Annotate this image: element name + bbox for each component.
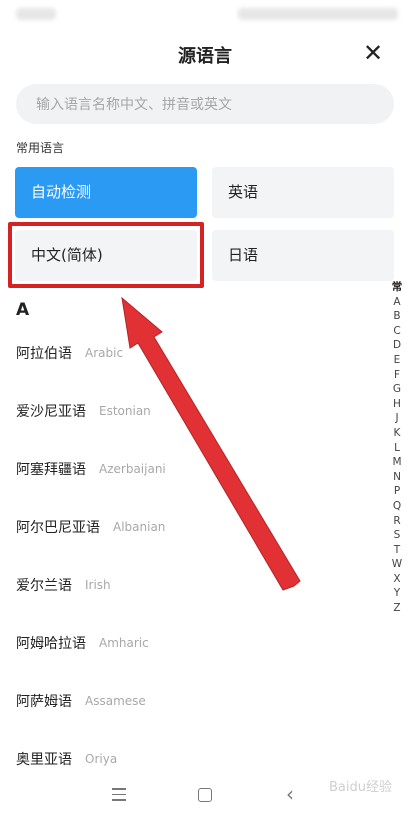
language-english-name: Assamese bbox=[85, 694, 146, 708]
index-letter[interactable]: X bbox=[393, 572, 400, 587]
highlight-box bbox=[8, 222, 204, 288]
back-icon[interactable]: ‹ bbox=[286, 782, 294, 806]
search-bar[interactable] bbox=[16, 84, 394, 126]
index-letter[interactable]: N bbox=[393, 470, 401, 485]
index-letter[interactable]: T bbox=[394, 543, 400, 558]
status-icons-blurred bbox=[238, 8, 398, 20]
index-letter[interactable]: Z bbox=[393, 601, 400, 616]
language-name: 阿塞拜疆语 bbox=[16, 462, 86, 478]
index-letter[interactable]: S bbox=[394, 528, 401, 543]
language-english-name: Arabic bbox=[85, 346, 124, 360]
list-item[interactable]: 阿拉伯语 Arabic bbox=[16, 324, 376, 382]
language-name: 阿萨姆语 bbox=[16, 694, 72, 710]
close-icon[interactable]: ✕ bbox=[360, 40, 386, 66]
list-item[interactable]: 爱沙尼亚语 Estonian bbox=[16, 382, 376, 440]
language-name: 爱沙尼亚语 bbox=[16, 404, 86, 420]
language-english-name: Amharic bbox=[99, 636, 149, 650]
index-letter[interactable]: G bbox=[393, 382, 401, 397]
language-name: 爱尔兰语 bbox=[16, 578, 72, 594]
list-item[interactable]: 阿萨姆语 Assamese bbox=[16, 672, 376, 730]
page-title: 源语言 bbox=[178, 46, 232, 67]
language-name: 奥里亚语 bbox=[16, 752, 72, 768]
index-letter[interactable]: L bbox=[394, 441, 400, 456]
list-item[interactable]: 阿塞拜疆语 Azerbaijani bbox=[16, 440, 376, 498]
list-item[interactable]: 阿姆哈拉语 Amharic bbox=[16, 614, 376, 672]
tile-japanese[interactable]: 日语 bbox=[212, 230, 394, 281]
menu-icon[interactable] bbox=[112, 788, 126, 802]
index-letter[interactable]: M bbox=[392, 455, 401, 470]
index-letter[interactable]: P bbox=[394, 484, 400, 499]
index-letter[interactable]: C bbox=[393, 324, 400, 339]
list-item[interactable]: 爱尔兰语 Irish bbox=[16, 556, 376, 614]
index-letter[interactable]: Q bbox=[393, 499, 401, 514]
alphabet-index-bar[interactable]: 常 A B C D E F G H J K L M N P Q R S T W … bbox=[388, 280, 406, 616]
index-letter[interactable]: B bbox=[393, 309, 400, 324]
language-english-name: Azerbaijani bbox=[99, 462, 166, 476]
index-letter[interactable]: R bbox=[393, 514, 400, 529]
language-english-name: Irish bbox=[85, 578, 111, 592]
status-bar bbox=[0, 0, 410, 30]
language-name: 阿姆哈拉语 bbox=[16, 636, 86, 652]
index-letter[interactable]: A bbox=[393, 295, 400, 310]
language-name: 阿拉伯语 bbox=[16, 346, 72, 362]
language-list: 阿拉伯语 Arabic 爱沙尼亚语 Estonian 阿塞拜疆语 Azerbai… bbox=[16, 324, 376, 788]
language-name: 阿尔巴尼亚语 bbox=[16, 520, 100, 536]
index-letter[interactable]: 常 bbox=[392, 280, 403, 295]
language-english-name: Albanian bbox=[113, 520, 166, 534]
index-letter[interactable]: D bbox=[393, 338, 401, 353]
language-english-name: Estonian bbox=[99, 404, 151, 418]
tile-english[interactable]: 英语 bbox=[212, 167, 394, 218]
home-icon[interactable] bbox=[198, 788, 212, 802]
index-letter[interactable]: E bbox=[394, 353, 401, 368]
watermark: Baidu经验 bbox=[329, 780, 392, 795]
status-time-blurred bbox=[16, 8, 56, 20]
common-languages-label: 常用语言 bbox=[16, 141, 65, 155]
section-letter: A bbox=[16, 300, 30, 320]
screen: 源语言 ✕ 常用语言 自动检测 英语 中文(简体) 日语 A 阿拉伯语 Arab… bbox=[0, 0, 410, 820]
index-letter[interactable]: F bbox=[394, 368, 400, 383]
list-item[interactable]: 阿尔巴尼亚语 Albanian bbox=[16, 498, 376, 556]
index-letter[interactable]: J bbox=[395, 411, 398, 426]
tile-auto-detect[interactable]: 自动检测 bbox=[15, 167, 197, 218]
search-input[interactable] bbox=[34, 84, 378, 126]
index-letter[interactable]: W bbox=[392, 557, 402, 572]
index-letter[interactable]: K bbox=[394, 426, 401, 441]
language-english-name: Oriya bbox=[85, 752, 118, 766]
index-letter[interactable]: H bbox=[393, 397, 401, 412]
index-letter[interactable]: Y bbox=[394, 586, 400, 601]
